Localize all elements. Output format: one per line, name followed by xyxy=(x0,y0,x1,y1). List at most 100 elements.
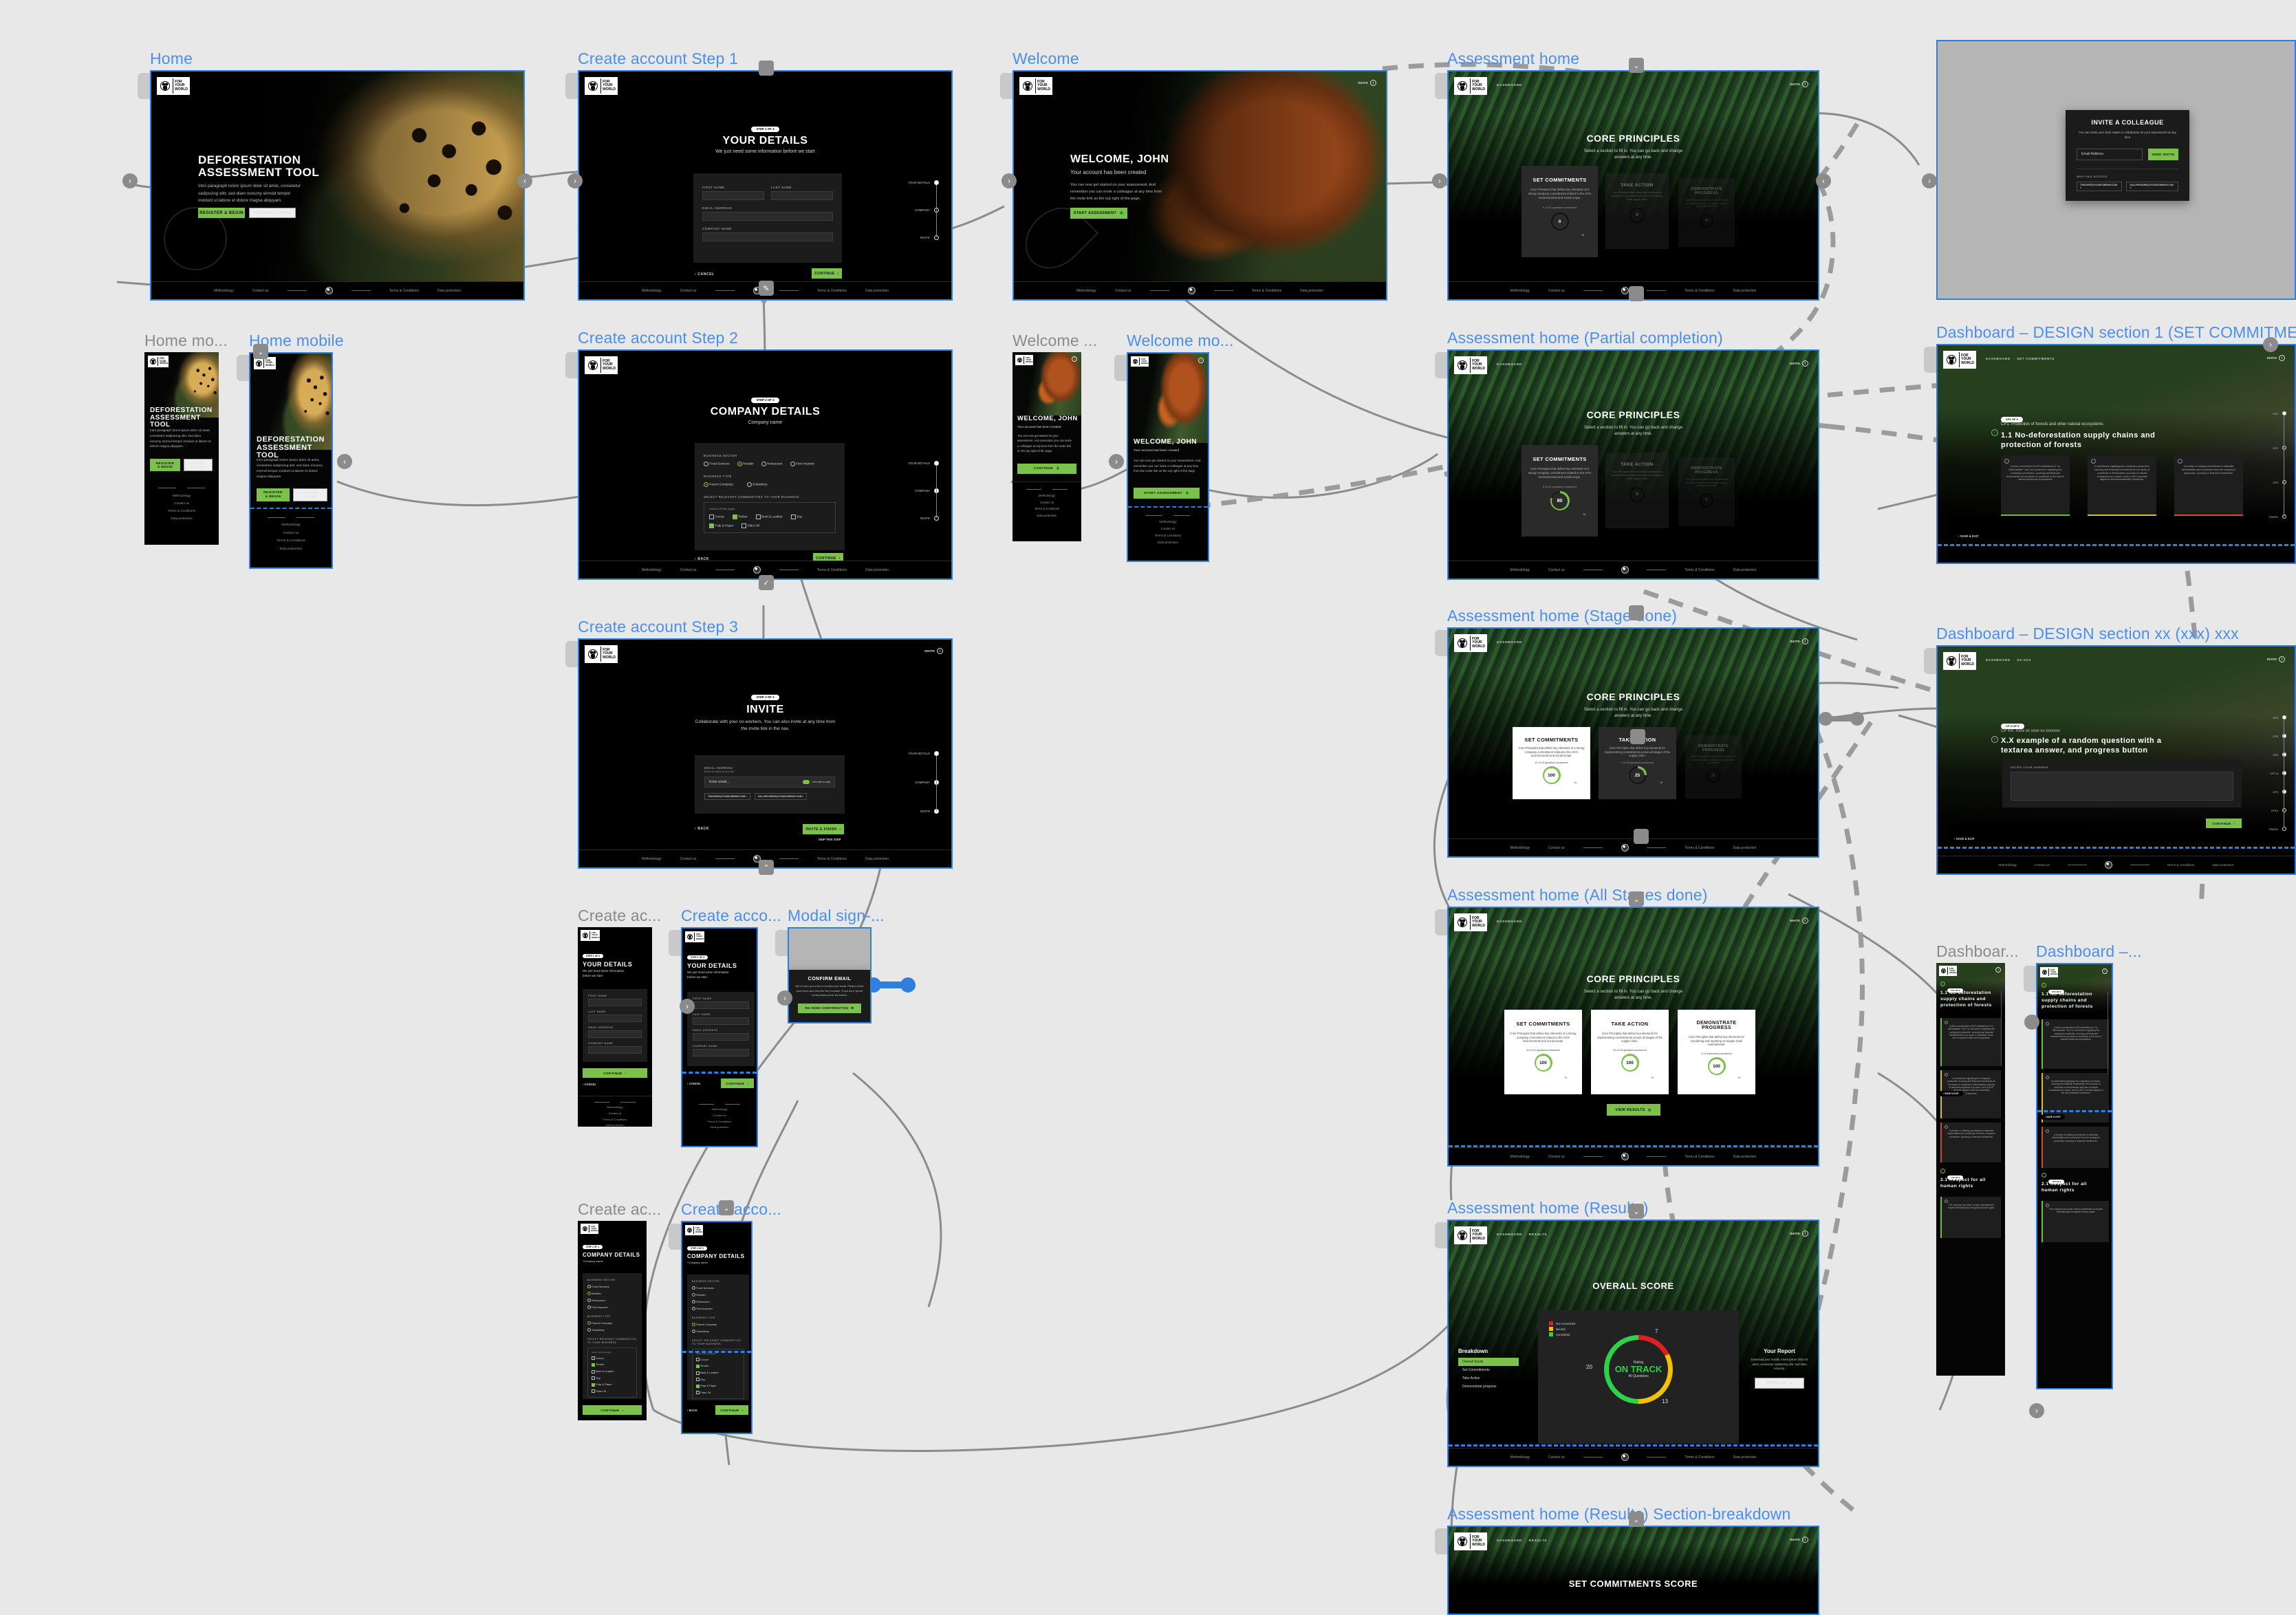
radio-first-importer[interactable]: First Importer xyxy=(692,1305,744,1312)
continue-button[interactable]: CONTINUE › xyxy=(583,1068,647,1078)
cp-nav-item-cp5[interactable]: CP5 xyxy=(2259,734,2286,738)
nav-handle-icon[interactable]: › xyxy=(1432,173,1447,188)
connector-node-chevron[interactable]: ⌄ xyxy=(1629,891,1644,907)
continue-existing-button[interactable]: CONTINUE EXISTING xyxy=(184,459,213,471)
checkbox-timber[interactable]: Timber xyxy=(592,1361,633,1368)
invite-link[interactable]: i xyxy=(1072,356,1077,362)
footer-link-methodology[interactable]: Methodology xyxy=(1510,568,1530,572)
radio-subsidiary[interactable]: Subsidiary xyxy=(692,1328,744,1335)
radio-retailer[interactable]: Retailer xyxy=(737,462,754,466)
footer-link-contact[interactable]: Contact us xyxy=(1128,525,1208,532)
info-icon[interactable]: i xyxy=(2042,983,2046,988)
footer-link-data[interactable]: Data protection xyxy=(1733,289,1757,293)
cp-nav-item-cp6[interactable]: CP6 xyxy=(2259,752,2286,757)
footer-link-methodology[interactable]: Methodology xyxy=(642,857,662,861)
first-name-input[interactable] xyxy=(588,999,642,1006)
nav-handle-icon[interactable]: ‹ xyxy=(1816,173,1831,188)
radio-icon[interactable] xyxy=(1945,1021,1948,1024)
assessment-card-set-commitments[interactable]: SET COMMITMENTS Core Principles that def… xyxy=(1513,727,1590,799)
info-icon[interactable]: i xyxy=(2042,1173,2046,1178)
connector-node-chevron[interactable]: ⌄ xyxy=(1629,58,1644,73)
continue-existing-button[interactable]: CONTINUE EXISTING xyxy=(293,488,327,501)
footer-link-methodology[interactable]: Methodology xyxy=(1510,1155,1530,1159)
resend-confirmation-button[interactable]: RE-SEND CONFIRMATION ✉ xyxy=(798,1003,861,1013)
connector-node-chevron[interactable]: ⌃ xyxy=(759,860,774,875)
radio-icon[interactable] xyxy=(2046,1076,2049,1079)
footer-link-contact[interactable]: Contact us xyxy=(1548,846,1565,850)
answer-card-3[interactable]: Currently no existing commitment to elim… xyxy=(1940,1123,2001,1162)
footer-link-data[interactable]: Data protection xyxy=(1733,1155,1757,1159)
frame-dashboard-mobile-a[interactable]: Dashboar... FOR YOUR WORLD i CP1 OF 9 i 1.… xyxy=(1936,942,2019,1376)
breadcrumb-dashboard[interactable]: DASHBOARD xyxy=(1497,1539,1522,1542)
breakdown-item-set-commitments[interactable]: Set Commitments xyxy=(1458,1366,1519,1374)
footer-link-data[interactable]: Data protection xyxy=(1012,512,1081,519)
breadcrumb-set-commitments[interactable]: SET COMMITMENTS xyxy=(2017,357,2055,360)
checkbox-soy[interactable]: Soy xyxy=(790,514,802,519)
access-chip[interactable]: TOMJONES@YOURCOMPANY.COM × xyxy=(2077,181,2123,191)
radio-subsidiary[interactable]: Subsidiary xyxy=(746,482,768,487)
cp-nav-item-finish[interactable]: FINISH xyxy=(2259,827,2286,831)
footer-link-terms[interactable]: Terms & Conditions xyxy=(2167,863,2195,867)
footer-link-data[interactable]: Data protection xyxy=(1733,846,1757,850)
footer-link-data[interactable]: Data protection xyxy=(2212,863,2233,867)
radio-icon[interactable] xyxy=(2046,1022,2049,1026)
radio-icon[interactable] xyxy=(1945,1073,1948,1076)
footer-link-methodology[interactable]: Methodology xyxy=(642,568,662,572)
step-company[interactable]: COMPANY xyxy=(884,780,939,785)
assessment-card-take-action[interactable]: TAKE ACTION Core Principles that define … xyxy=(1591,1010,1669,1094)
save-exit-button[interactable]: ‹ SAVE & EXIT xyxy=(2041,1114,2065,1120)
register-begin-button[interactable]: REGISTER & BEGIN xyxy=(257,488,290,501)
checkbox-beef-leather[interactable]: Beef & Leather xyxy=(696,1369,740,1376)
step-your-details[interactable]: YOUR DETAILS xyxy=(884,751,939,756)
radio-food-services[interactable]: Food Services xyxy=(587,1283,637,1290)
checkbox-pulp-paper[interactable]: Pulp & Paper xyxy=(696,1383,740,1389)
breadcrumb-results[interactable]: RESULTS xyxy=(1529,1539,1548,1542)
radio-icon[interactable] xyxy=(2046,1204,2049,1207)
last-name-input[interactable] xyxy=(693,1017,749,1025)
assessment-card-set-commitments[interactable]: SET COMMITMENTS Core Principles that def… xyxy=(1504,1010,1582,1094)
step-invite[interactable]: INVITE xyxy=(884,809,939,814)
frame-dashboard-mobile-b[interactable]: Dashboard –... FOR YOUR WORLD i CP1 OF 9 i… xyxy=(2024,942,2141,1389)
radio-parent-company[interactable]: Parent Company xyxy=(692,1321,744,1328)
footer-link-contact[interactable]: Contact us xyxy=(1548,1155,1565,1159)
continue-button[interactable]: CONTINUE 🌲 xyxy=(1017,464,1076,474)
cp-nav-item-cp1[interactable]: CP1 xyxy=(2259,411,2286,415)
connector-node-check[interactable]: ✓ xyxy=(759,575,774,590)
send-invite-button[interactable]: SEND INVITE xyxy=(2148,148,2178,160)
step-company[interactable]: COMPANY xyxy=(884,488,939,493)
invite-link[interactable]: INVITE i xyxy=(1790,1231,1808,1237)
connector-node[interactable] xyxy=(1634,829,1649,844)
footer-link-contact[interactable]: Contact us xyxy=(1548,1455,1565,1460)
invite-link[interactable]: INVITE i xyxy=(1790,638,1808,644)
radio-retailer[interactable]: Retailer xyxy=(692,1292,744,1299)
checkbox-soy[interactable]: Soy xyxy=(696,1376,740,1383)
first-name-input[interactable] xyxy=(693,1001,749,1009)
checkbox-beef-leather[interactable]: Beef & Leather xyxy=(592,1368,633,1375)
frame-welcome[interactable]: Welcome FOR YOUR WORLD INVITE i WELCOME, JO… xyxy=(1000,50,1387,301)
nav-handle-icon[interactable]: › xyxy=(567,173,583,188)
breadcrumb-dashboard[interactable]: DASHBOARD xyxy=(1497,920,1522,923)
nav-handle-icon[interactable]: › xyxy=(680,999,695,1014)
footer-link-data[interactable]: Data protection xyxy=(437,289,461,293)
checkbox-palm-oil[interactable]: Palm Oil xyxy=(741,523,759,528)
footer-link-methodology[interactable]: Methodology xyxy=(682,1107,757,1113)
connector-node[interactable] xyxy=(2024,1015,2039,1030)
footer-link-data[interactable]: Data protection xyxy=(1300,289,1323,293)
assessment-card-demonstrate-progress[interactable]: DEMONSTRATE PROGRESS Core Principles tha… xyxy=(1678,457,1735,526)
frame-home-mobile-b[interactable]: Home mobile FOR YOUR WORLD DEFORESTATION A… xyxy=(237,332,344,569)
cp-nav-item-cp9[interactable]: CP9 xyxy=(2259,790,2286,794)
frame-create-step1[interactable]: Create account Step 1 FOR YOUR WORLD STEP … xyxy=(565,50,953,301)
info-icon[interactable]: i xyxy=(1991,736,1998,743)
cp-nav-item-cp3[interactable]: CP3 xyxy=(2259,480,2286,484)
continue-button[interactable]: CONTINUE › xyxy=(721,1079,754,1088)
step-invite[interactable]: INVITE xyxy=(884,516,939,521)
frame-welcome-mobile-b[interactable]: Welcome mo... FOR YOUR WORLD i WELCOME, JO… xyxy=(1114,332,1233,562)
invite-link[interactable]: i xyxy=(1995,967,2001,973)
radio-restaurant[interactable]: Restaurant xyxy=(692,1299,744,1305)
cancel-button[interactable]: ‹ CANCEL xyxy=(695,272,715,277)
frame-assessment-results[interactable]: Assessment home (Results) FOR YOUR WORLD D… xyxy=(1435,1199,1819,1467)
footer-link-contact[interactable]: Contact us xyxy=(250,530,332,538)
footer-link-terms[interactable]: Terms & Conditions xyxy=(1685,846,1714,850)
radio-icon[interactable] xyxy=(1945,1200,1948,1203)
email-chip[interactable]: SALLYRICHARDS@YOURCOMPANY.COM × xyxy=(754,793,807,800)
